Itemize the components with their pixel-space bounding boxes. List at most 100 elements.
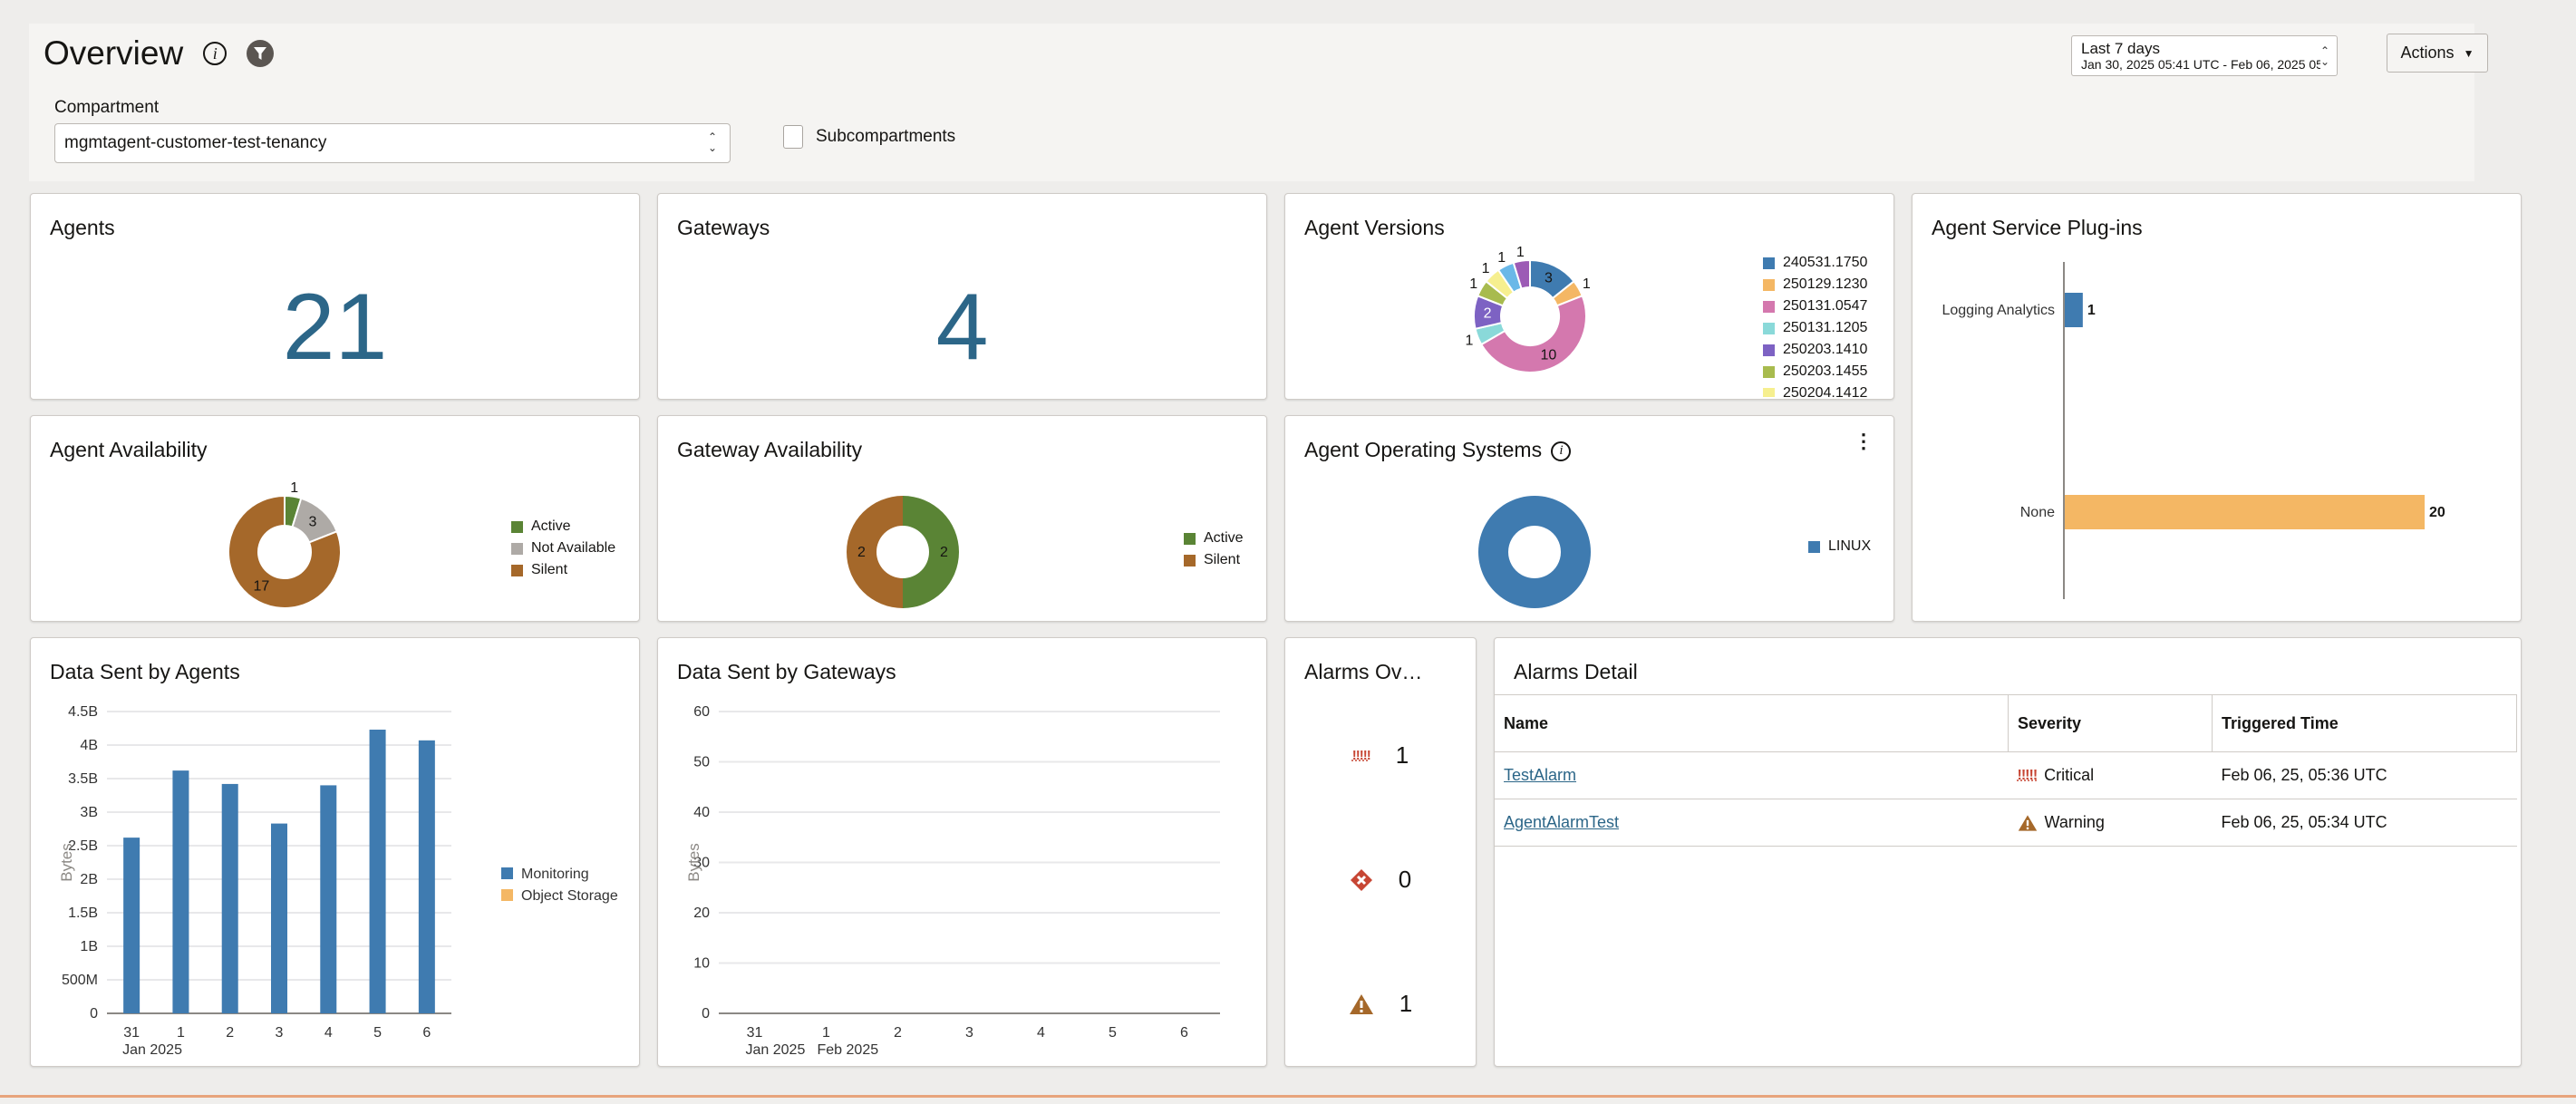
alarm-error-row[interactable]: 0 bbox=[1285, 866, 1476, 894]
bar[interactable] bbox=[2065, 293, 2083, 327]
select-updown-icon: ⌃ ⌄ bbox=[707, 131, 717, 154]
agent-availability-card: Agent Availability 1 3 17 Active Not Availa… bbox=[30, 415, 640, 622]
slice-label: 2 bbox=[1484, 305, 1492, 321]
legend-item[interactable]: 250203.1410 bbox=[1763, 339, 1867, 361]
column-header-name[interactable]: Name bbox=[1495, 694, 2009, 752]
bar[interactable] bbox=[172, 770, 189, 1013]
more-options-icon[interactable]: ⋮ bbox=[1854, 431, 1874, 451]
column-header-triggered-time[interactable]: Triggered Time bbox=[2212, 694, 2517, 752]
x-tick-label: 3 bbox=[965, 1025, 973, 1041]
category-label: Logging Analytics bbox=[1942, 303, 2055, 318]
bar[interactable] bbox=[271, 823, 287, 1013]
legend-label[interactable]: Object Storage bbox=[521, 888, 618, 904]
table-row[interactable]: TestAlarm !!!!! Critical Feb 06, 25, 05:… bbox=[1495, 751, 2517, 799]
severity-cell: Warning bbox=[2018, 813, 2212, 833]
legend-item[interactable]: 250131.1205 bbox=[1763, 317, 1867, 339]
legend-item[interactable]: Not Available bbox=[511, 537, 615, 559]
legend-item[interactable]: 250129.1230 bbox=[1763, 274, 1867, 295]
legend-item[interactable]: 250131.0547 bbox=[1763, 295, 1867, 317]
slice-label: 17 bbox=[253, 579, 269, 595]
y-tick-label: 4B bbox=[80, 738, 98, 753]
filter-icon[interactable] bbox=[247, 40, 275, 67]
legend-label: Not Available bbox=[531, 540, 616, 556]
legend-label: Silent bbox=[531, 562, 568, 577]
legend-item[interactable]: 240531.1750 bbox=[1763, 252, 1867, 274]
legend-item[interactable]: 250204.1412 bbox=[1763, 383, 1867, 397]
subcompartments-label: Subcompartments bbox=[816, 127, 956, 146]
legend-item[interactable]: Silent bbox=[1184, 549, 1244, 571]
legend-swatch bbox=[1763, 387, 1775, 397]
legend-label: Active bbox=[1204, 530, 1244, 546]
time-range-sub: Jan 30, 2025 05:41 UTC - Feb 06, 2025 05… bbox=[2081, 57, 2320, 72]
page-title: Overview bbox=[44, 34, 184, 72]
legend-label: 250203.1410 bbox=[1783, 342, 1868, 357]
legend-swatch bbox=[511, 520, 523, 533]
severity-label: Critical bbox=[2044, 766, 2095, 784]
x-tick-label: 31 bbox=[123, 1025, 140, 1041]
legend-label[interactable]: Monitoring bbox=[521, 867, 589, 882]
legend-label: Silent bbox=[1204, 552, 1241, 567]
y-tick-label: 1B bbox=[80, 939, 98, 954]
gateway-availability-card: Gateway Availability 22 Active Silent bbox=[657, 415, 1267, 622]
y-tick-label: 40 bbox=[693, 805, 710, 820]
bar[interactable] bbox=[2065, 495, 2425, 529]
donut-slice[interactable] bbox=[847, 496, 903, 608]
legend-item[interactable]: Active bbox=[1184, 528, 1244, 549]
legend-item[interactable]: LINUX bbox=[1808, 536, 1871, 557]
legend-item[interactable]: Silent bbox=[511, 559, 615, 581]
table-row[interactable]: AgentAlarmTest Warning Feb 06, 25, 05:34… bbox=[1495, 799, 2517, 847]
x-tick-label: 6 bbox=[422, 1025, 431, 1041]
bar[interactable] bbox=[320, 785, 337, 1013]
donut-slice[interactable] bbox=[903, 496, 959, 608]
gateway-availability-donut: 22 bbox=[847, 496, 959, 608]
slice-label: 3 bbox=[1545, 271, 1553, 286]
legend-label: 250129.1230 bbox=[1783, 276, 1868, 292]
legend-swatch bbox=[1763, 365, 1775, 378]
bar[interactable] bbox=[123, 838, 140, 1013]
card-title: Agent Operating Systems i bbox=[1304, 438, 1572, 462]
donut-slice[interactable] bbox=[1477, 496, 1591, 608]
column-header-severity[interactable]: Severity bbox=[2008, 694, 2213, 752]
legend-item[interactable]: 250203.1455 bbox=[1763, 361, 1867, 383]
legend-swatch bbox=[501, 867, 513, 879]
actions-button[interactable]: Actions ▼ bbox=[2387, 34, 2488, 73]
data-sent-agents-chart: 0500M1B1.5B2B2.5B3B3.5B4B4.5BBytes31Jan … bbox=[58, 704, 618, 1058]
agent-availability-donut: 1 3 17 bbox=[228, 480, 342, 609]
gateways-count[interactable]: 4 bbox=[658, 274, 1266, 382]
alarm-critical-row[interactable]: !!!!! 1 bbox=[1285, 741, 1476, 770]
bar[interactable] bbox=[221, 783, 238, 1013]
x-tick-label: 5 bbox=[373, 1025, 382, 1041]
slice-label: 3 bbox=[308, 515, 316, 530]
time-range-select[interactable]: Last 7 days Jan 30, 2025 05:41 UTC - Feb… bbox=[2071, 35, 2338, 76]
legend-swatch bbox=[1763, 322, 1775, 334]
agents-count[interactable]: 21 bbox=[31, 274, 639, 382]
y-tick-label: 3B bbox=[80, 805, 98, 820]
agents-card[interactable]: Agents 21 bbox=[30, 193, 640, 400]
x-tick-label: 1 bbox=[822, 1025, 830, 1041]
bar[interactable] bbox=[418, 740, 435, 1013]
warning-icon bbox=[2018, 814, 2037, 831]
actions-label: Actions bbox=[2400, 44, 2455, 62]
agent-os-donut bbox=[1477, 496, 1591, 608]
bar[interactable] bbox=[369, 729, 386, 1013]
alarm-warning-row[interactable]: 1 bbox=[1285, 990, 1476, 1018]
card-title: Gateways bbox=[677, 216, 770, 239]
data-sent-gateways-chart: 0102030405060Bytes31Jan 20251Feb 20252 3 4… bbox=[685, 704, 1220, 1058]
legend-swatch bbox=[1763, 344, 1775, 356]
y-tick-label: 20 bbox=[693, 905, 710, 921]
x-tick-label: 2 bbox=[894, 1025, 902, 1041]
alarm-name-link[interactable]: AgentAlarmTest bbox=[1504, 813, 1619, 831]
gateways-card[interactable]: Gateways 4 bbox=[657, 193, 1267, 400]
subcompartments-toggle[interactable]: Subcompartments bbox=[783, 125, 955, 149]
alarm-name-link[interactable]: TestAlarm bbox=[1504, 766, 1576, 784]
agent-versions-card: Agent Versions 3 1 10 1 2 1 1 1 1 240531.1750 250… bbox=[1284, 193, 1894, 400]
info-icon[interactable]: i bbox=[1551, 441, 1572, 461]
slice-label: 10 bbox=[1540, 347, 1556, 363]
info-icon[interactable]: i bbox=[203, 42, 228, 65]
agent-os-card: Agent Operating Systems i ⋮ LINUX bbox=[1284, 415, 1894, 622]
legend-item[interactable]: Active bbox=[511, 516, 615, 537]
legend-swatch bbox=[1763, 300, 1775, 313]
compartment-select[interactable]: mgmtagent-customer-test-tenancy ⌃ ⌄ bbox=[54, 123, 731, 163]
page-header: Overview i Compartment mgmtagent-custome… bbox=[29, 24, 2488, 181]
subcompartments-checkbox[interactable] bbox=[783, 125, 803, 149]
